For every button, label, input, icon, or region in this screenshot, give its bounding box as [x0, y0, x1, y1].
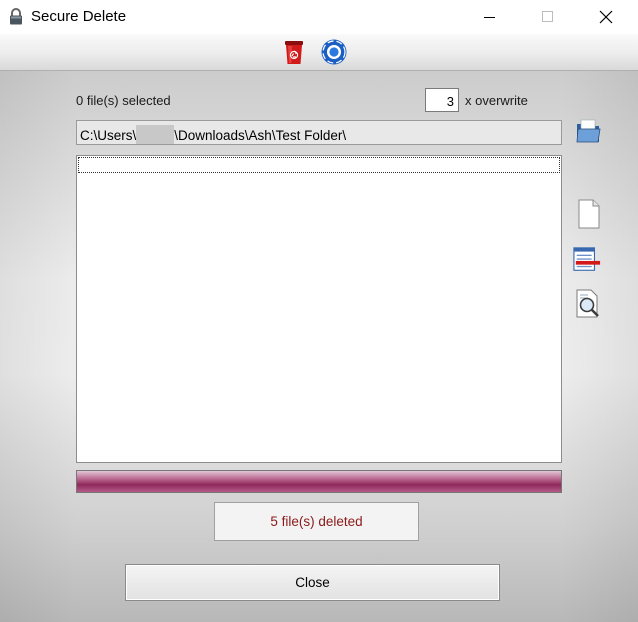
path-prefix: C:\Users\ [80, 128, 137, 143]
window-title: Secure Delete [31, 8, 127, 25]
path-suffix: \Downloads\Ash\Test Folder\ [174, 128, 347, 143]
minimize-button[interactable] [467, 0, 513, 34]
minimize-icon [484, 17, 495, 18]
redacted-username [136, 125, 175, 144]
status-box: 5 file(s) deleted [214, 502, 419, 541]
delete-bin-icon[interactable] [280, 38, 308, 66]
remove-list-icon[interactable] [573, 245, 601, 275]
maximize-icon [542, 11, 553, 22]
title-bar: Secure Delete [0, 0, 638, 34]
help-lifebuoy-icon[interactable] [320, 38, 348, 66]
status-text: 5 file(s) deleted [270, 514, 363, 529]
file-list[interactable] [76, 155, 562, 463]
close-icon [599, 10, 613, 24]
open-folder-icon[interactable] [574, 116, 602, 146]
toolbar [0, 34, 638, 71]
folder-path-field[interactable]: C:\Users\ \Downloads\Ash\Test Folder\ [76, 120, 562, 145]
close-button[interactable]: Close [125, 564, 500, 601]
overwrite-label: x overwrite [465, 93, 528, 108]
file-search-icon[interactable] [574, 289, 602, 319]
new-file-icon[interactable] [575, 199, 603, 229]
progress-fill [77, 471, 561, 492]
maximize-button[interactable] [525, 0, 571, 34]
selected-count-label: 0 file(s) selected [76, 93, 171, 108]
secure-delete-window: Secure Delete 0 file(s) selected 3 x ove… [0, 0, 638, 622]
overwrite-count-input[interactable] [425, 88, 459, 112]
progress-bar [76, 470, 562, 493]
list-focus-row[interactable] [78, 157, 560, 173]
lock-icon [10, 8, 22, 25]
close-window-button[interactable] [583, 0, 629, 34]
